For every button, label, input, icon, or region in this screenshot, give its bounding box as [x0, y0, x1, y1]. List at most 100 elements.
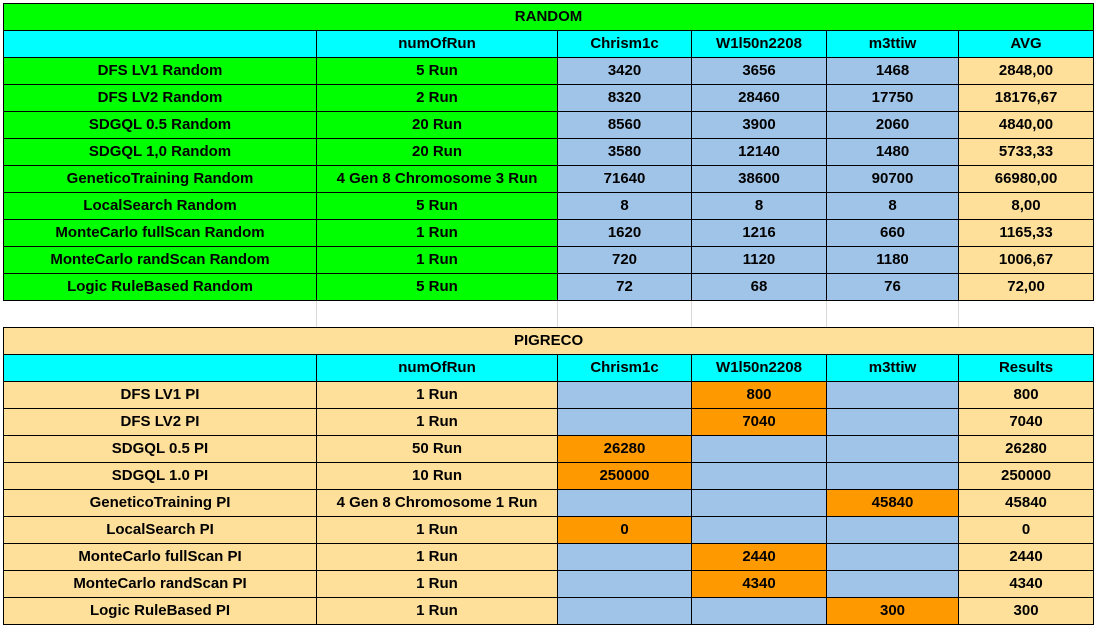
algorithm-name-cell: LocalSearch Random — [3, 192, 317, 220]
table-row: DFS LV1 Random 5 Run 3420 3656 1468 2848,00 — [3, 57, 1095, 85]
num-of-run-cell: 4 Gen 8 Chromosome 3 Run — [316, 165, 558, 193]
algorithm-name-cell: Logic RuleBased Random — [3, 273, 317, 301]
score-cell — [557, 570, 692, 598]
score-cell — [826, 462, 959, 490]
score-cell: 71640 — [557, 165, 692, 193]
algorithm-name-cell: Logic RuleBased PI — [3, 597, 317, 625]
algorithm-name-cell: GeneticoTraining Random — [3, 165, 317, 193]
score-cell: 17750 — [826, 84, 959, 112]
num-of-run-cell: 20 Run — [316, 138, 558, 166]
num-of-run-cell: 1 Run — [316, 543, 558, 571]
table-row: LocalSearch PI 1 Run 0 0 — [3, 516, 1095, 544]
result-cell: 72,00 — [957, 273, 1095, 301]
num-of-run-cell: 1 Run — [316, 570, 558, 598]
column-header: m3ttiw — [826, 30, 959, 58]
score-cell — [691, 516, 827, 544]
column-header: W1l50n2208 — [691, 354, 827, 382]
score-cell: 0 — [557, 516, 692, 544]
random-table-title: RANDOM — [2, 3, 1095, 31]
table-row: MonteCarlo randScan PI 1 Run 4340 4340 — [3, 570, 1095, 598]
result-cell: 1165,33 — [957, 219, 1095, 247]
result-cell: 66980,00 — [957, 165, 1095, 193]
column-header: Chrism1c — [557, 354, 692, 382]
score-cell: 720 — [557, 246, 692, 274]
num-of-run-cell: 5 Run — [316, 57, 558, 85]
algorithm-name-cell: SDGQL 1.0 PI — [3, 462, 317, 490]
pigreco-table-title: PIGRECO — [2, 327, 1095, 355]
score-cell: 3656 — [691, 57, 827, 85]
score-cell: 4340 — [691, 570, 827, 598]
result-cell: 45840 — [957, 489, 1095, 517]
score-cell: 250000 — [557, 462, 692, 490]
score-cell — [826, 543, 959, 571]
table-row: SDGQL 0.5 Random 20 Run 8560 3900 2060 4840,0… — [3, 111, 1095, 139]
table-row: GeneticoTraining Random 4 Gen 8 Chromosom… — [3, 165, 1095, 193]
algorithm-name-cell: DFS LV1 PI — [3, 381, 317, 409]
algorithm-name-cell: SDGQL 1,0 Random — [3, 138, 317, 166]
score-cell: 660 — [826, 219, 959, 247]
column-header: Chrism1c — [557, 30, 692, 58]
column-header: m3ttiw — [826, 354, 959, 382]
result-cell: 18176,67 — [957, 84, 1095, 112]
score-cell — [826, 570, 959, 598]
num-of-run-cell: 1 Run — [316, 381, 558, 409]
algorithm-name-cell: DFS LV1 Random — [3, 57, 317, 85]
algorithm-name-cell: DFS LV2 Random — [3, 84, 317, 112]
table-row: SDGQL 1.0 PI 10 Run 250000 250000 — [3, 462, 1095, 490]
score-cell: 90700 — [826, 165, 959, 193]
score-cell: 1120 — [691, 246, 827, 274]
pigreco-header-row: numOfRun Chrism1c W1l50n2208 m3ttiw Results — [3, 354, 1095, 382]
score-cell: 2060 — [826, 111, 959, 139]
table-row: DFS LV2 PI 1 Run 7040 7040 — [3, 408, 1095, 436]
score-cell — [691, 597, 827, 625]
score-cell — [826, 408, 959, 436]
score-cell: 8560 — [557, 111, 692, 139]
algorithm-name-cell: SDGQL 0.5 PI — [3, 435, 317, 463]
result-cell: 0 — [957, 516, 1095, 544]
num-of-run-cell: 1 Run — [316, 516, 558, 544]
pigreco-title-row: PIGRECO — [2, 327, 1095, 355]
score-cell — [691, 462, 827, 490]
score-cell: 1216 — [691, 219, 827, 247]
score-cell — [691, 435, 827, 463]
column-header: W1l50n2208 — [691, 30, 827, 58]
num-of-run-cell: 20 Run — [316, 111, 558, 139]
algorithm-name-cell: MonteCarlo fullScan PI — [3, 543, 317, 571]
score-cell — [557, 597, 692, 625]
random-header-row: numOfRun Chrism1c W1l50n2208 m3ttiw AVG — [3, 30, 1095, 58]
pigreco-table: PIGRECO numOfRun Chrism1c W1l50n2208 m3ttiw R… — [2, 327, 1095, 625]
num-of-run-cell: 4 Gen 8 Chromosome 1 Run — [316, 489, 558, 517]
score-cell: 3580 — [557, 138, 692, 166]
random-table: RANDOM numOfRun Chrism1c W1l50n2208 m3ttiw AV… — [2, 3, 1095, 301]
table-row: GeneticoTraining PI 4 Gen 8 Chromosome 1 … — [3, 489, 1095, 517]
score-cell — [557, 543, 692, 571]
score-cell — [557, 489, 692, 517]
score-cell: 76 — [826, 273, 959, 301]
result-cell: 5733,33 — [957, 138, 1095, 166]
score-cell: 800 — [691, 381, 827, 409]
table-row: MonteCarlo fullScan PI 1 Run 2440 2440 — [3, 543, 1095, 571]
score-cell: 3420 — [557, 57, 692, 85]
score-cell: 1180 — [826, 246, 959, 274]
score-cell: 2440 — [691, 543, 827, 571]
table-row: Logic RuleBased PI 1 Run 300 300 — [3, 597, 1095, 625]
num-of-run-cell: 2 Run — [316, 84, 558, 112]
algorithm-name-cell: MonteCarlo fullScan Random — [3, 219, 317, 247]
score-cell: 7040 — [691, 408, 827, 436]
num-of-run-cell: 1 Run — [316, 246, 558, 274]
score-cell: 8 — [557, 192, 692, 220]
result-cell: 300 — [957, 597, 1095, 625]
num-of-run-cell: 1 Run — [316, 219, 558, 247]
num-of-run-cell: 5 Run — [316, 273, 558, 301]
score-cell: 8 — [826, 192, 959, 220]
algorithm-name-cell: MonteCarlo randScan PI — [3, 570, 317, 598]
score-cell: 3900 — [691, 111, 827, 139]
column-header: numOfRun — [316, 354, 558, 382]
score-cell: 1468 — [826, 57, 959, 85]
result-cell: 250000 — [957, 462, 1095, 490]
result-cell: 800 — [957, 381, 1095, 409]
num-of-run-cell: 1 Run — [316, 597, 558, 625]
table-row: LocalSearch Random 5 Run 8 8 8 8,00 — [3, 192, 1095, 220]
algorithm-name-cell: MonteCarlo randScan Random — [3, 246, 317, 274]
table-row: MonteCarlo fullScan Random 1 Run 1620 1216 6… — [3, 219, 1095, 247]
